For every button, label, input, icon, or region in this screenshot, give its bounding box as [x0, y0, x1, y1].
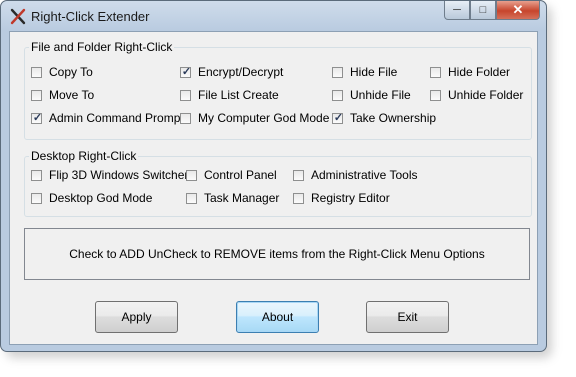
checkbox-label: Unhide Folder — [448, 88, 524, 102]
info-panel: Check to ADD UnCheck to REMOVE items fro… — [24, 228, 530, 280]
checkbox-hide-folder[interactable]: ✓ Hide Folder — [430, 64, 510, 80]
checkbox-label: Flip 3D Windows Switcher — [49, 168, 189, 182]
checkbox-administrative-tools[interactable]: ✓ Administrative Tools — [293, 167, 418, 183]
checkbox-label: File List Create — [198, 88, 279, 102]
check-mark-icon: ✓ — [333, 111, 344, 124]
about-button[interactable]: About — [236, 301, 319, 333]
checkbox-label: Unhide File — [350, 88, 411, 102]
client-area: File and Folder Right-Click ✓ Copy To ✓ … — [9, 31, 538, 345]
checkbox-box[interactable]: ✓ — [31, 111, 43, 124]
checkbox-flip-3d-windows-switcher[interactable]: ✓ Flip 3D Windows Switcher — [31, 167, 188, 183]
checkbox-box[interactable]: ✓ — [180, 112, 191, 124]
maximize-button[interactable]: □ — [470, 1, 496, 20]
checkbox-label: My Computer God Mode — [198, 111, 330, 125]
close-icon: ✕ — [512, 2, 524, 17]
checkbox-label: Move To — [49, 88, 95, 102]
exit-button[interactable]: Exit — [366, 301, 449, 333]
apply-button[interactable]: Apply — [95, 301, 178, 333]
checkbox-unhide-folder[interactable]: ✓ Unhide Folder — [430, 87, 523, 103]
checkbox-box[interactable]: ✓ — [180, 89, 191, 101]
checkbox-desktop-god-mode[interactable]: ✓ Desktop God Mode — [31, 190, 152, 206]
checkbox-move-to[interactable]: ✓ Move To — [31, 87, 94, 103]
checkbox-label: Registry Editor — [311, 191, 390, 205]
checkbox-copy-to[interactable]: ✓ Copy To — [31, 64, 93, 80]
check-mark-icon: ✓ — [32, 111, 43, 124]
checkbox-label: Task Manager — [204, 191, 280, 205]
close-button[interactable]: ✕ — [496, 1, 540, 20]
checkbox-my-computer-god-mode[interactable]: ✓ My Computer God Mode — [180, 110, 329, 126]
checkbox-label: Administrative Tools — [311, 168, 418, 182]
app-icon — [10, 8, 26, 25]
desktop-group-legend: Desktop Right-Click — [31, 149, 137, 163]
checkbox-box[interactable]: ✓ — [332, 89, 343, 101]
checkbox-file-list-create[interactable]: ✓ File List Create — [180, 87, 279, 103]
checkbox-box[interactable]: ✓ — [430, 89, 441, 101]
info-text: Check to ADD UnCheck to REMOVE items fro… — [69, 247, 485, 261]
checkbox-box[interactable]: ✓ — [31, 192, 42, 204]
checkbox-task-manager[interactable]: ✓ Task Manager — [186, 190, 279, 206]
checkbox-box[interactable]: ✓ — [293, 169, 304, 181]
checkbox-registry-editor[interactable]: ✓ Registry Editor — [293, 190, 390, 206]
checkbox-box[interactable]: ✓ — [186, 192, 197, 204]
checkbox-box[interactable]: ✓ — [332, 111, 344, 124]
app-window: Right-Click Extender ─ □ ✕ File and Fold… — [0, 0, 547, 352]
checkbox-box[interactable]: ✓ — [31, 66, 42, 78]
checkbox-box[interactable]: ✓ — [180, 65, 192, 78]
file-folder-group-legend: File and Folder Right-Click — [31, 40, 173, 54]
checkbox-label: Control Panel — [204, 168, 277, 182]
checkbox-label: Hide Folder — [448, 65, 511, 79]
title-bar[interactable]: Right-Click Extender ─ □ ✕ — [1, 1, 546, 31]
checkbox-encrypt-decrypt[interactable]: ✓ Encrypt/Decrypt — [180, 64, 283, 80]
checkbox-box[interactable]: ✓ — [430, 66, 441, 78]
checkbox-label: Hide File — [350, 65, 398, 79]
minimize-button[interactable]: ─ — [444, 1, 470, 20]
window-title: Right-Click Extender — [31, 9, 150, 24]
checkbox-label: Copy To — [49, 65, 93, 79]
caption-buttons: ─ □ ✕ — [444, 1, 540, 21]
checkbox-unhide-file[interactable]: ✓ Unhide File — [332, 87, 411, 103]
desktop-group: Desktop Right-Click — [24, 149, 532, 217]
checkbox-label: Encrypt/Decrypt — [198, 65, 284, 79]
checkbox-box[interactable]: ✓ — [293, 192, 304, 204]
checkbox-box[interactable]: ✓ — [186, 169, 197, 181]
checkbox-label: Admin Command Prompt — [49, 111, 184, 125]
maximize-icon: □ — [479, 4, 487, 16]
checkbox-hide-file[interactable]: ✓ Hide File — [332, 64, 397, 80]
checkbox-label: Take Ownership — [350, 111, 437, 125]
check-mark-icon: ✓ — [181, 65, 192, 78]
checkbox-box[interactable]: ✓ — [31, 169, 42, 181]
checkbox-box[interactable]: ✓ — [332, 66, 343, 78]
checkbox-control-panel[interactable]: ✓ Control Panel — [186, 167, 277, 183]
checkbox-box[interactable]: ✓ — [31, 89, 42, 101]
checkbox-take-ownership[interactable]: ✓ Take Ownership — [332, 110, 436, 126]
minimize-icon: ─ — [453, 4, 461, 16]
checkbox-admin-command-prompt[interactable]: ✓ Admin Command Prompt — [31, 110, 184, 126]
checkbox-label: Desktop God Mode — [49, 191, 153, 205]
